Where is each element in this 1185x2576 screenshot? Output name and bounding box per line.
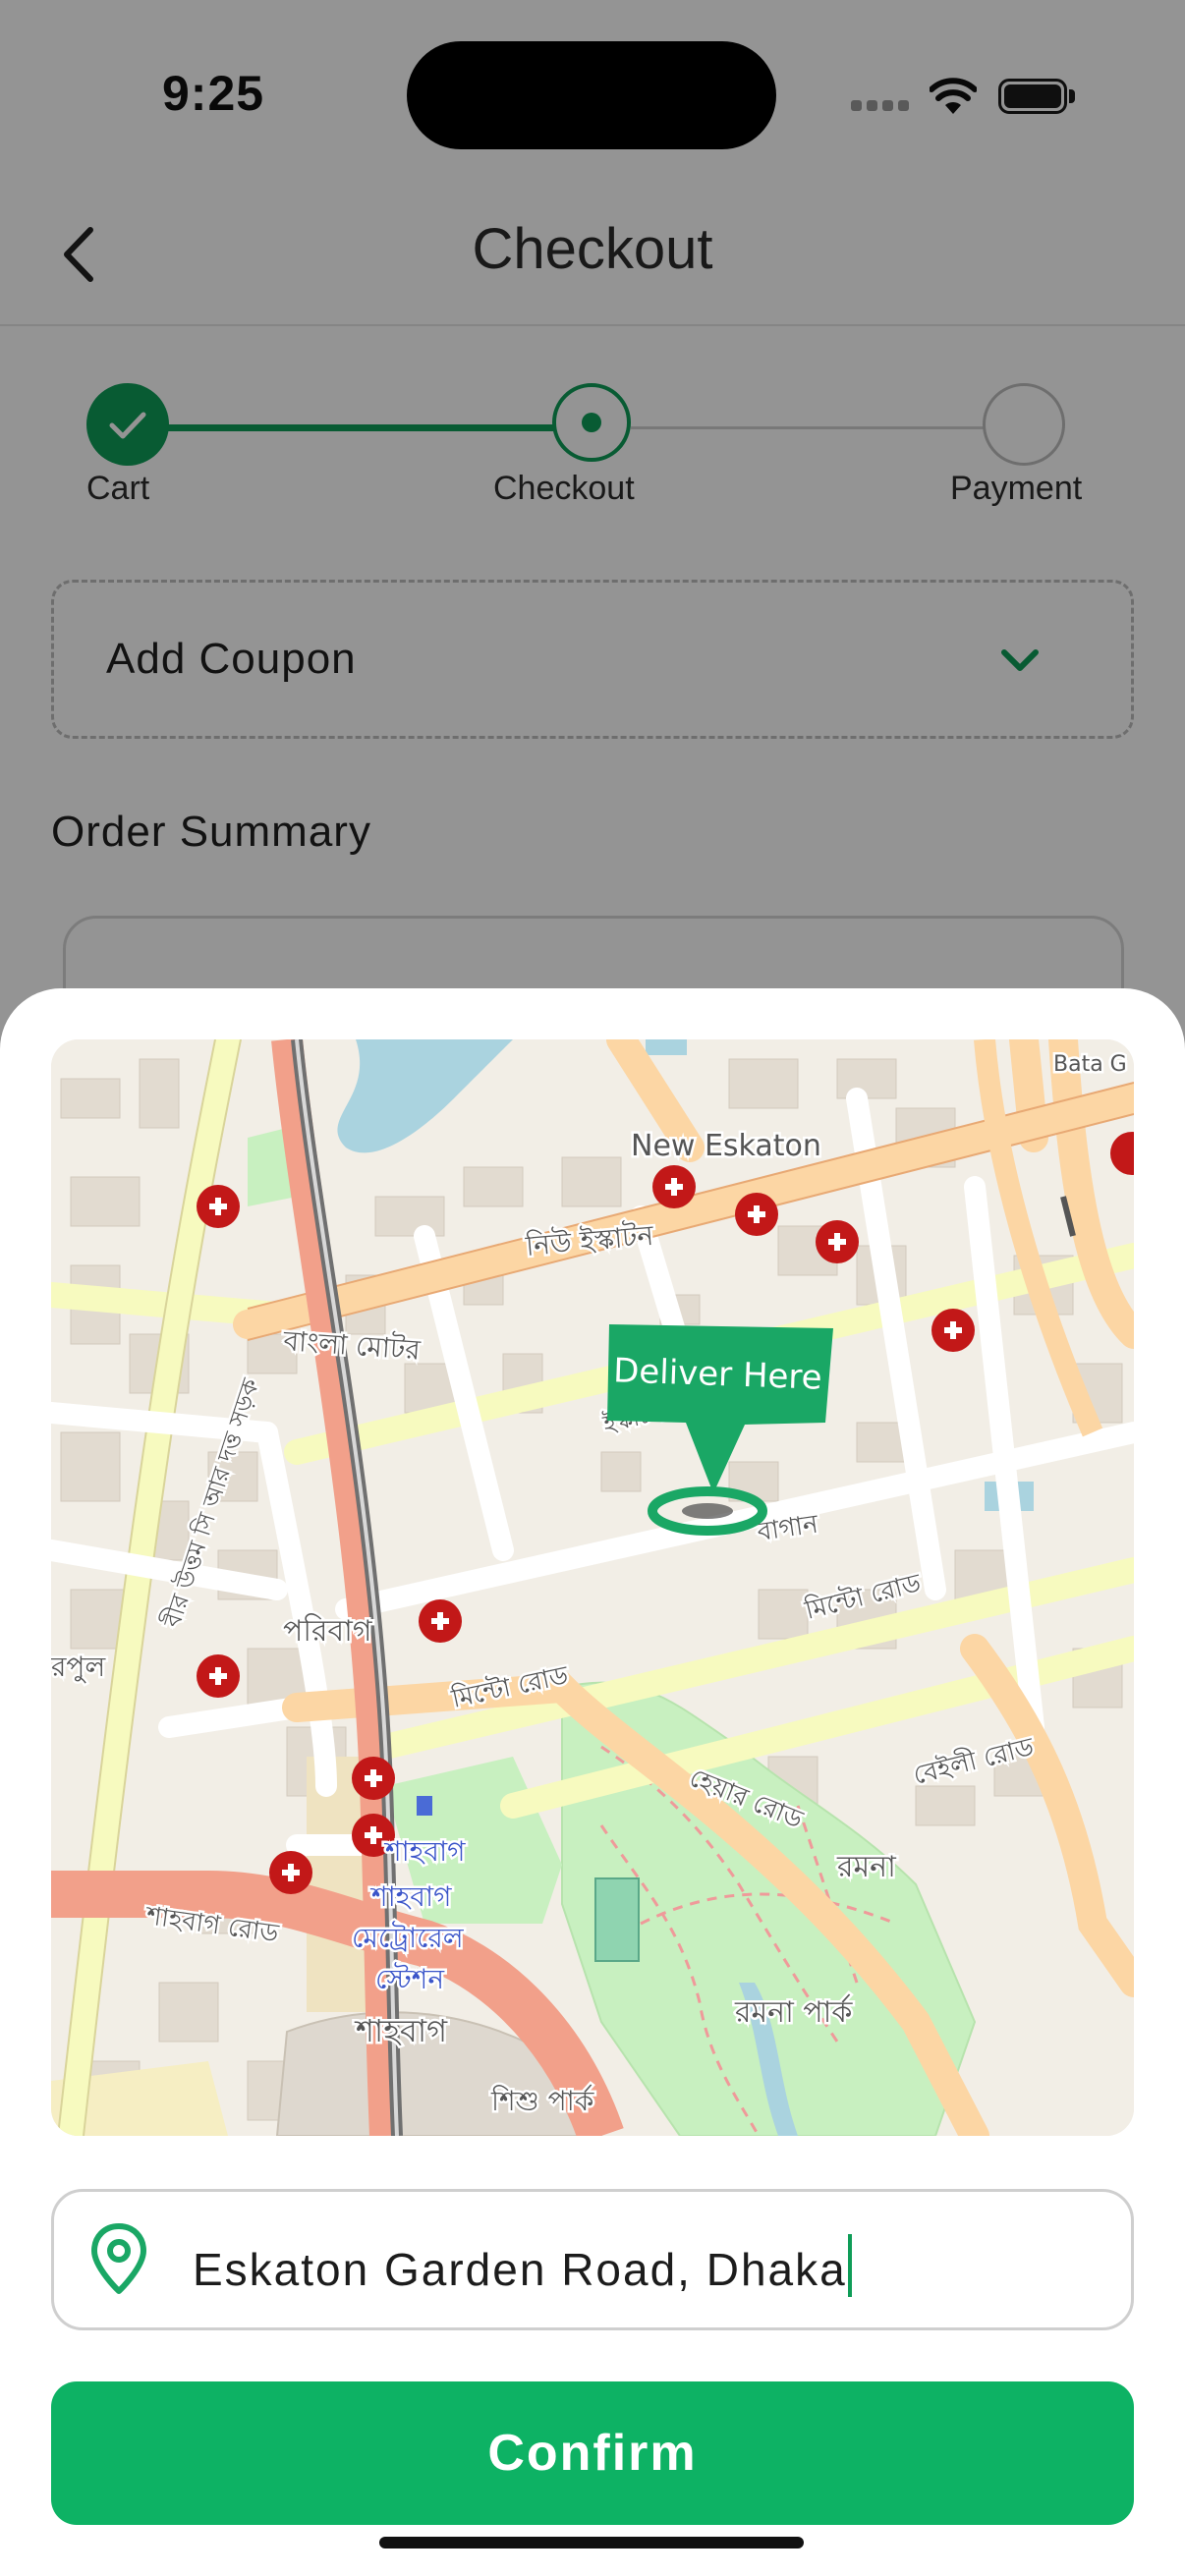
map-label-shishu-park: শিশু পার্ক — [490, 2085, 594, 2117]
confirm-button-label: Confirm — [487, 2425, 698, 2482]
map-label-paribag: পরিবাগ — [283, 1613, 373, 1649]
map-label-metro-4: স্টেশন — [375, 1962, 445, 1995]
map-canvas: New Eskaton নিউ ইস্কাটন বাংলা মোটর পরিবা… — [51, 1039, 1134, 2136]
map-label-metro-2: শাহবাগ — [369, 1880, 452, 1913]
address-text: Eskaton Garden Road, Dhaka — [193, 2244, 847, 2295]
map-label-ramna-park: রমনা পার্ক — [734, 1994, 853, 2030]
location-map[interactable]: New Eskaton নিউ ইস্কাটন বাংলা মোটর পরিবা… — [51, 1039, 1134, 2136]
map-label-bata: Bata G — [1053, 1052, 1127, 1077]
confirm-button[interactable]: Confirm — [51, 2381, 1134, 2525]
address-input-value: Eskaton Garden Road, Dhaka — [193, 2234, 852, 2297]
location-pin-icon — [91, 2223, 146, 2294]
map-label-metro-3: মেট্রোরেল — [352, 1921, 465, 1954]
text-cursor — [847, 2234, 852, 2297]
map-label-rapul: রপুল — [51, 1651, 106, 1683]
map-label-shahbag: শাহবাগ — [354, 2012, 448, 2049]
map-label-new-eskaton: New Eskaton — [631, 1129, 821, 1163]
home-indicator[interactable] — [379, 2537, 804, 2548]
deliver-here-label: Deliver Here — [613, 1351, 823, 1397]
map-label-metro-1: শাহবাগ — [383, 1835, 466, 1868]
map-label-ramna: রমনা — [836, 1850, 897, 1884]
